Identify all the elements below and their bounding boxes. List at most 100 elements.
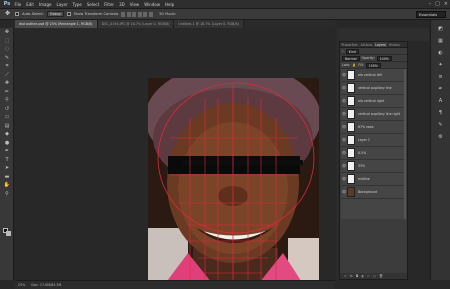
tab-document-3[interactable]: Untitled-1 @ 16.7% (Layer 0, RGB/8) bbox=[174, 20, 244, 28]
tab-layers[interactable]: Layers bbox=[373, 42, 388, 47]
brush-icon[interactable]: ✏ bbox=[0, 88, 14, 97]
history-brush-icon[interactable]: ↺ bbox=[0, 105, 14, 114]
menu-item-file[interactable]: File bbox=[12, 2, 24, 7]
layer-row[interactable]: 👁 ala vertical right bbox=[341, 95, 406, 108]
layer-name: 8.5% bbox=[358, 151, 367, 155]
layer-name: 67% rows bbox=[358, 125, 374, 129]
move-tool-icon[interactable]: ✥ bbox=[3, 10, 12, 18]
layer-name: vertical pupillary line bbox=[358, 86, 392, 90]
quick-select-icon[interactable]: ✎ bbox=[0, 54, 14, 63]
lock-icon[interactable]: 🔒 bbox=[352, 63, 356, 67]
eyedropper-icon[interactable]: ⟋ bbox=[0, 71, 14, 80]
align-top-icon[interactable] bbox=[121, 11, 126, 17]
tab-document-1[interactable]: dsd outline.psd @ 25% (Rectangle 1, RGB/… bbox=[15, 20, 98, 28]
menu-item-3d[interactable]: 3D bbox=[117, 2, 128, 7]
kind-filter-dropdown[interactable]: Kind bbox=[345, 48, 359, 54]
group-icon[interactable]: ▭ bbox=[367, 274, 370, 278]
color-swatches[interactable] bbox=[3, 228, 11, 236]
layer-row[interactable]: 👁 33% bbox=[341, 160, 406, 173]
hand-icon[interactable]: ✋ bbox=[0, 181, 14, 190]
paragraph-panel-icon[interactable]: ¶ bbox=[436, 108, 445, 117]
canvas-area[interactable] bbox=[15, 28, 335, 289]
opacity-field[interactable]: 100% bbox=[376, 55, 392, 61]
new-layer-icon[interactable]: ▢ bbox=[373, 274, 376, 278]
layer-row[interactable]: 👁 8.5% bbox=[341, 147, 406, 160]
zoom-icon[interactable]: ⚲ bbox=[0, 190, 14, 199]
auto-select-checkbox[interactable] bbox=[15, 12, 19, 16]
align-left-icon[interactable] bbox=[137, 11, 142, 17]
layer-name: midline bbox=[358, 177, 370, 181]
styles-panel-icon[interactable]: ✦ bbox=[436, 60, 445, 69]
transform-controls-checkbox[interactable] bbox=[66, 12, 71, 16]
clone-stamp-icon[interactable]: ⚲ bbox=[0, 96, 14, 105]
menu-item-select[interactable]: Select bbox=[84, 2, 101, 7]
photoshop-logo: Ps bbox=[3, 1, 11, 7]
adjustments-panel-icon[interactable]: ◐ bbox=[436, 48, 445, 57]
color-panel-icon[interactable]: ◩ bbox=[436, 24, 445, 33]
paths-panel-icon[interactable]: ✒ bbox=[436, 84, 445, 93]
mask-icon[interactable]: ◘ bbox=[356, 274, 359, 278]
layer-thumbnail bbox=[347, 83, 355, 93]
menu-item-image[interactable]: Image bbox=[36, 2, 54, 7]
menu-item-type[interactable]: Type bbox=[70, 2, 84, 7]
lock-row: Lock: 🔒 Fill: 100% bbox=[340, 62, 407, 69]
close-icon[interactable]: × bbox=[444, 1, 448, 7]
swatches-panel-icon[interactable]: ▦ bbox=[436, 36, 445, 45]
layers-panel: Properties Actions Layers History ⌕ Kind… bbox=[339, 41, 408, 280]
marquee-icon[interactable]: ⬚ bbox=[0, 37, 14, 46]
menu-item-layer[interactable]: Layer bbox=[54, 2, 70, 7]
trash-icon[interactable]: 🗑 bbox=[379, 274, 383, 278]
crop-icon[interactable]: ⌗ bbox=[0, 62, 14, 71]
brush-panel-icon[interactable]: ✎ bbox=[436, 120, 445, 129]
layers-scrollbar[interactable] bbox=[404, 69, 406, 219]
auto-select-dropdown[interactable]: Group bbox=[47, 11, 64, 17]
blend-mode-dropdown[interactable]: Normal bbox=[342, 55, 360, 61]
adjustment-icon[interactable]: ◐ bbox=[361, 274, 364, 278]
fill-field[interactable]: 100% bbox=[365, 62, 381, 68]
link-layers-icon[interactable]: ∞ bbox=[344, 274, 347, 278]
lasso-icon[interactable]: ◌ bbox=[0, 45, 14, 54]
blur-icon[interactable]: ◆ bbox=[0, 130, 14, 139]
panel-dock-header bbox=[339, 28, 429, 41]
layer-row[interactable]: 👁 midline bbox=[341, 173, 406, 186]
layer-row[interactable]: 👁 Layer 1 bbox=[341, 134, 406, 147]
character-panel-icon[interactable]: A bbox=[436, 96, 445, 105]
tab-history[interactable]: History bbox=[387, 42, 401, 47]
layer-row[interactable]: 👁 67% rows bbox=[341, 121, 406, 134]
menu-item-view[interactable]: View bbox=[127, 2, 142, 7]
eraser-icon[interactable]: ▭ bbox=[0, 113, 14, 122]
tool-presets-icon[interactable]: ⚙ bbox=[436, 132, 445, 141]
menu-item-window[interactable]: Window bbox=[142, 2, 163, 7]
menu-item-help[interactable]: Help bbox=[162, 2, 176, 7]
layer-row[interactable]: 👁 ala vertical left bbox=[341, 69, 406, 82]
dodge-icon[interactable]: ● bbox=[0, 139, 14, 148]
pen-icon[interactable]: ✒ bbox=[0, 147, 14, 156]
tools-panel: ✥ ⬚ ◌ ✎ ⌗ ⟋ ✚ ✏ ⚲ ↺ ▭ ▤ ◆ ● ✒ T ➤ ▬ ✋ ⚲ bbox=[0, 28, 14, 280]
maximize-icon[interactable]: □ bbox=[435, 1, 440, 7]
shape-icon[interactable]: ▬ bbox=[0, 173, 14, 182]
align-bottom-icon[interactable] bbox=[132, 11, 137, 17]
align-right-icon[interactable] bbox=[148, 11, 153, 17]
move-icon[interactable]: ✥ bbox=[0, 28, 14, 37]
minimize-icon[interactable]: – bbox=[429, 1, 432, 7]
background-color-swatch[interactable] bbox=[6, 231, 11, 236]
type-icon[interactable]: T bbox=[0, 156, 14, 165]
layer-row[interactable]: 👁 vertical pupillary line bbox=[341, 82, 406, 95]
tab-actions[interactable]: Actions bbox=[359, 42, 374, 47]
layer-row[interactable]: 👁 Background bbox=[341, 186, 406, 199]
menu-item-edit[interactable]: Edit bbox=[24, 2, 37, 7]
document-canvas[interactable] bbox=[148, 78, 319, 289]
layer-row[interactable]: 👁 vertical pupillary line right bbox=[341, 108, 406, 121]
gradient-icon[interactable]: ▤ bbox=[0, 122, 14, 131]
zoom-level[interactable]: 25% bbox=[18, 283, 25, 287]
tab-document-2[interactable]: DSC_0194.JPG @ 16.7% (Layer 0, RGB/8) bbox=[97, 20, 175, 28]
path-select-icon[interactable]: ➤ bbox=[0, 164, 14, 173]
menu-item-filter[interactable]: Filter bbox=[102, 2, 117, 7]
align-center-icon[interactable] bbox=[143, 11, 148, 17]
workspace-dropdown[interactable]: Essentials bbox=[416, 11, 446, 18]
align-middle-icon[interactable] bbox=[126, 11, 131, 17]
healing-brush-icon[interactable]: ✚ bbox=[0, 79, 14, 88]
channels-panel-icon[interactable]: ≡ bbox=[436, 72, 445, 81]
tab-properties[interactable]: Properties bbox=[340, 42, 359, 47]
fx-icon[interactable]: fx bbox=[350, 274, 353, 278]
